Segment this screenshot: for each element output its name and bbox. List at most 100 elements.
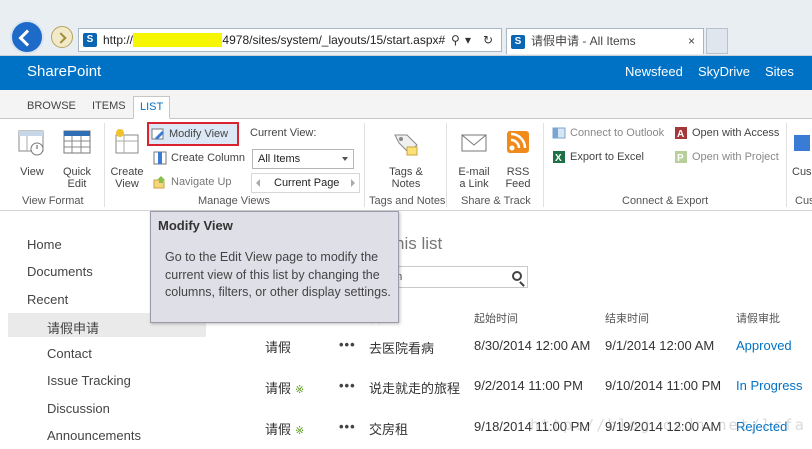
view-button[interactable]: View xyxy=(14,127,50,178)
refresh-icon[interactable]: ↻ xyxy=(483,29,493,51)
previous-page-icon[interactable] xyxy=(256,179,260,187)
create-view-button[interactable]: Create View xyxy=(108,127,146,190)
svg-text:X: X xyxy=(555,153,562,164)
column-header-start[interactable]: 起始时间 xyxy=(474,310,518,326)
quick-edit-grid-icon xyxy=(63,130,91,154)
svg-text:P: P xyxy=(677,153,684,164)
group-divider xyxy=(104,123,105,207)
open-project-button[interactable]: P Open with Project xyxy=(672,147,779,167)
browser-tab[interactable]: S 请假申请 - All Items × xyxy=(506,28,704,54)
navigate-up-icon xyxy=(153,176,165,189)
rss-feed-label: RSS Feed xyxy=(505,166,531,190)
new-tab-button[interactable] xyxy=(706,28,728,54)
row-menu-ellipsis-icon[interactable]: ••• xyxy=(339,337,356,352)
open-project-label: Open with Project xyxy=(692,151,779,163)
customize-group-label: Cus xyxy=(795,195,812,207)
row-status[interactable]: In Progress xyxy=(736,378,802,393)
outlook-icon xyxy=(552,127,566,139)
tags-notes-button[interactable]: Tags & Notes xyxy=(384,127,428,190)
nav-recent-leave-request[interactable]: 请假申请 xyxy=(47,318,99,337)
current-view-label: Current View: xyxy=(250,127,317,139)
column-header-end[interactable]: 结束时间 xyxy=(605,310,649,326)
forward-arrow-icon[interactable] xyxy=(51,26,73,48)
navigate-up-label: Navigate Up xyxy=(171,176,232,188)
quick-edit-label: Quick Edit xyxy=(62,166,92,190)
current-view-value: All Items xyxy=(258,153,301,165)
search-icon[interactable] xyxy=(512,271,522,281)
address-dropdown-icon[interactable]: ▾ xyxy=(465,29,471,51)
address-bar[interactable]: S http://sp.contoso.local:4978/sites/sys… xyxy=(78,28,502,52)
modify-view-icon xyxy=(151,128,164,140)
view-icon xyxy=(18,130,44,156)
modify-view-tooltip: Modify View Go to the Edit View page to … xyxy=(150,211,399,323)
url-path: 4978/sites/system/_layouts/15/start.aspx… xyxy=(222,33,446,47)
project-icon: P xyxy=(675,151,687,164)
tab-close-icon[interactable]: × xyxy=(688,29,695,54)
row-title[interactable]: 请假 ※ xyxy=(265,378,304,397)
nav-recent-contact[interactable]: Contact xyxy=(47,346,92,361)
rss-feed-button[interactable]: RSS Feed xyxy=(502,127,534,190)
create-column-button[interactable]: Create Column xyxy=(151,148,245,168)
new-item-icon: ※ xyxy=(295,384,305,396)
browser-chrome: S http://sp.contoso.local:4978/sites/sys… xyxy=(0,0,812,56)
view-label: View xyxy=(20,166,44,178)
watermark: http://blog.csdn.net/lrfa xyxy=(530,416,806,434)
export-excel-label: Export to Excel xyxy=(570,151,644,163)
connect-outlook-button[interactable]: Connect to Outlook xyxy=(550,123,664,143)
skydrive-link[interactable]: SkyDrive xyxy=(698,64,750,79)
group-divider xyxy=(543,123,544,207)
quick-edit-button[interactable]: Quick Edit xyxy=(58,127,96,190)
row-status[interactable]: Approved xyxy=(736,338,792,353)
address-search-icon[interactable]: ⚲ xyxy=(451,29,460,51)
open-access-label: Open with Access xyxy=(692,127,780,139)
nav-recent-issue-tracking[interactable]: Issue Tracking xyxy=(47,373,131,388)
export-excel-button[interactable]: X Export to Excel xyxy=(550,147,644,167)
share-track-group-label: Share & Track xyxy=(461,195,531,207)
tag-icon xyxy=(394,134,418,156)
next-page-icon[interactable] xyxy=(351,179,355,187)
group-divider xyxy=(446,123,447,207)
chevron-down-icon xyxy=(342,157,348,161)
search-input[interactable]: em xyxy=(384,266,528,288)
row-menu-ellipsis-icon[interactable]: ••• xyxy=(339,419,356,434)
group-divider xyxy=(364,123,365,207)
current-view-dropdown[interactable]: All Items xyxy=(252,149,354,169)
row-title[interactable]: 请假 ※ xyxy=(265,419,304,438)
nav-recent-discussion[interactable]: Discussion xyxy=(47,401,110,416)
nav-home[interactable]: Home xyxy=(27,237,62,252)
column-header-approval[interactable]: 请假审批 xyxy=(736,310,780,326)
row-title[interactable]: 请假 xyxy=(265,337,291,356)
modify-view-label: Modify View xyxy=(169,128,229,140)
email-link-button[interactable]: E-mail a Link xyxy=(452,127,496,190)
tab-list[interactable]: LIST xyxy=(133,96,171,119)
create-view-icon xyxy=(115,129,139,154)
nav-recent[interactable]: Recent xyxy=(27,292,68,307)
sharepoint-brand[interactable]: SharePoint xyxy=(27,63,101,80)
redacted-host: sp.contoso.local: xyxy=(133,33,223,47)
row-end: 9/10/2014 11:00 PM xyxy=(605,378,722,393)
view-format-group-label: View Format xyxy=(22,195,84,207)
row-menu-ellipsis-icon[interactable]: ••• xyxy=(339,378,356,393)
navigate-up-button[interactable]: Navigate Up xyxy=(151,172,232,192)
current-page-pager: Current Page xyxy=(251,173,360,193)
list-title-partial: his list xyxy=(395,234,443,253)
tooltip-title: Modify View xyxy=(158,218,233,233)
tags-notes-label: Tags & Notes xyxy=(389,166,423,190)
manage-views-group-label: Manage Views xyxy=(198,195,270,207)
modify-view-button[interactable]: Modify View xyxy=(147,122,239,146)
nav-recent-announcements[interactable]: Announcements xyxy=(47,428,141,443)
sharepoint-favicon-icon: S xyxy=(83,33,97,47)
nav-documents[interactable]: Documents xyxy=(27,264,93,279)
rss-icon xyxy=(507,131,529,153)
newsfeed-link[interactable]: Newsfeed xyxy=(625,64,683,79)
tab-items[interactable]: ITEMS xyxy=(86,96,132,119)
customize-button[interactable]: Cus xyxy=(792,127,812,178)
tab-browse[interactable]: BROWSE xyxy=(21,96,82,119)
address-url[interactable]: http://sp.contoso.local:4978/sites/syste… xyxy=(103,29,445,51)
sites-link[interactable]: Sites xyxy=(765,64,794,79)
back-arrow-icon[interactable] xyxy=(10,20,44,54)
open-access-button[interactable]: A Open with Access xyxy=(672,123,779,143)
ribbon-tabs: BROWSE ITEMS LIST xyxy=(0,90,812,119)
current-page-label: Current Page xyxy=(274,177,340,189)
email-link-label: E-mail a Link xyxy=(458,166,490,190)
